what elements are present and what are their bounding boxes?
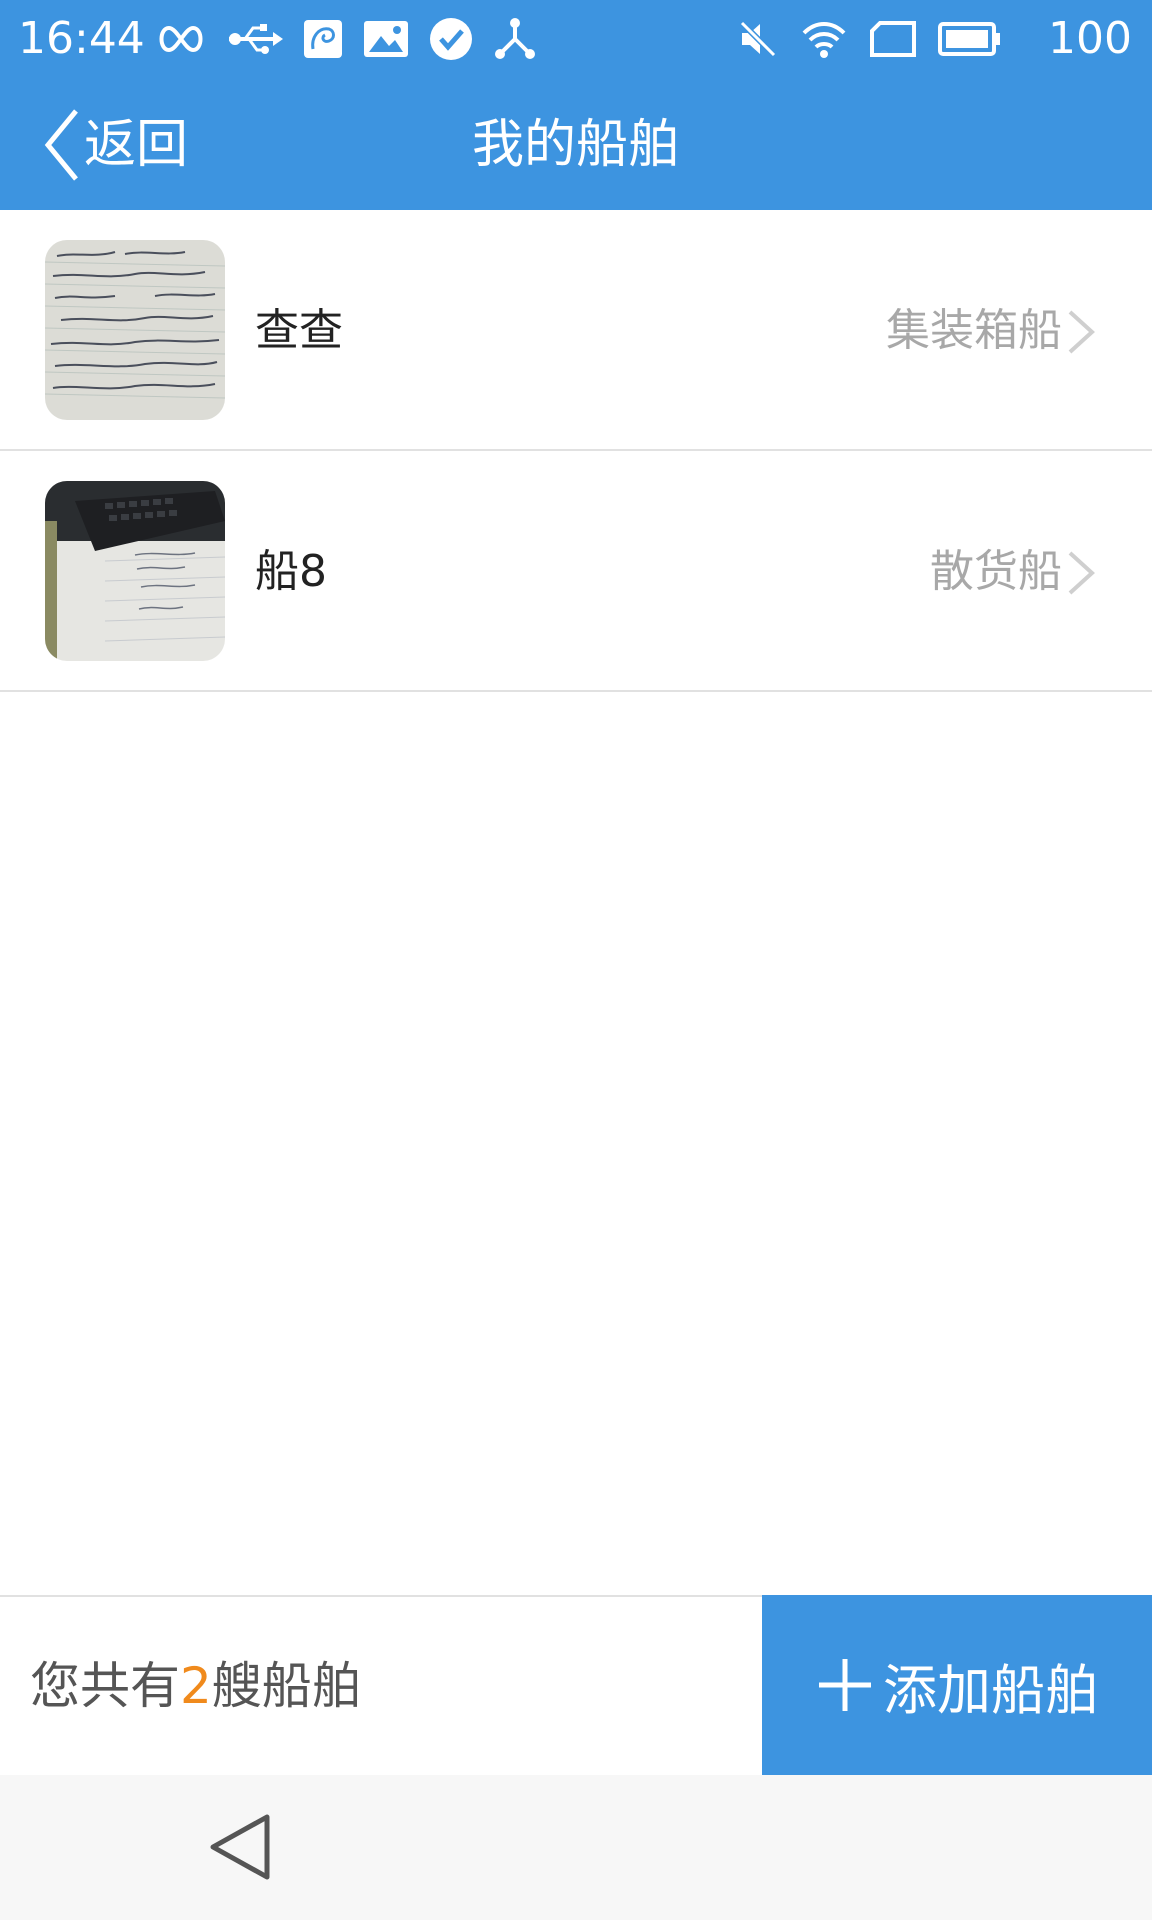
chevron-right-icon [1068, 551, 1095, 595]
footer-bar: 您共有2艘船舶 添加船舶 [0, 1595, 1152, 1775]
usb-icon [227, 22, 283, 56]
ship-name: 船8 [255, 546, 327, 597]
ship-list-item[interactable]: 船8 散货船 [0, 451, 1152, 692]
share-nodes-icon [493, 17, 537, 61]
app-notification-icon [303, 19, 343, 59]
ship-count-summary: 您共有2艘船舶 [30, 1597, 362, 1775]
image-icon [363, 20, 409, 58]
infinity-icon [155, 24, 207, 54]
wifi-icon [800, 19, 848, 59]
battery-level: 100 [1048, 13, 1132, 64]
battery-icon [938, 22, 1002, 56]
status-right-icons [738, 14, 1002, 64]
ship-type: 集装箱船 [886, 305, 1062, 356]
chevron-right-icon [1068, 310, 1095, 354]
check-circle-icon [429, 17, 473, 61]
ship-list: 查查 集装箱船 船8 散货船 [0, 210, 1152, 692]
nav-back-icon[interactable] [205, 1811, 275, 1883]
ship-thumbnail [45, 481, 225, 661]
add-ship-label: 添加船舶 [883, 1658, 1099, 1722]
ship-list-item[interactable]: 查查 集装箱船 [0, 210, 1152, 451]
ship-name: 查查 [255, 305, 343, 356]
mute-icon [738, 19, 778, 59]
status-bar: 16:44 100 [0, 0, 1152, 78]
system-nav-bar [0, 1775, 1152, 1920]
page-title: 我的船舶 [471, 115, 680, 175]
count-prefix: 您共有 [30, 1657, 180, 1715]
sim-card-icon [870, 21, 916, 57]
ship-count: 2 [180, 1657, 212, 1715]
ship-thumbnail [45, 240, 225, 420]
ship-type: 散货船 [930, 546, 1062, 597]
plus-icon [819, 1659, 871, 1711]
add-ship-button[interactable]: 添加船舶 [762, 1595, 1152, 1775]
count-suffix: 艘船舶 [211, 1657, 362, 1715]
nav-bar: 返回 我的船舶 [0, 78, 1152, 210]
status-left-icons [155, 14, 537, 64]
status-time: 16:44 [18, 13, 145, 64]
